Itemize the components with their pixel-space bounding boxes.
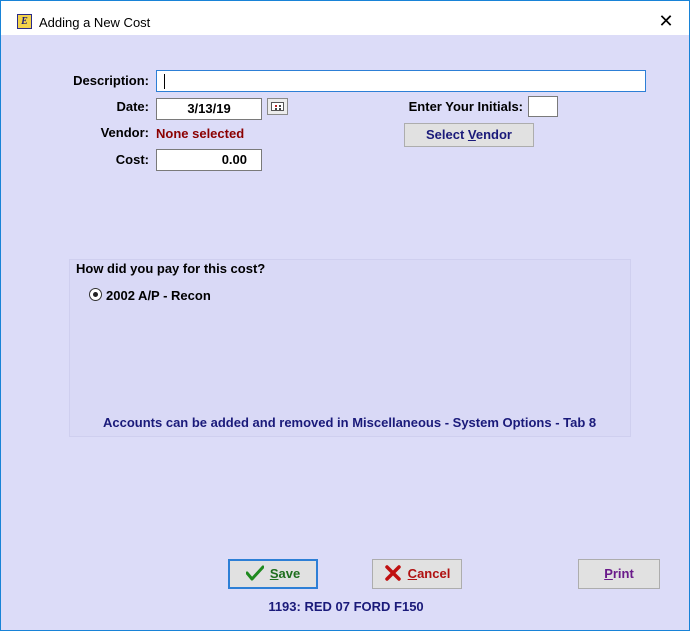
cancel-label: ancel <box>417 566 451 581</box>
checkmark-icon <box>245 565 264 581</box>
payment-option-label[interactable]: 2002 A/P - Recon <box>106 288 211 303</box>
payment-panel <box>69 259 631 437</box>
vendor-value: None selected <box>156 126 245 141</box>
cost-label: Cost: <box>115 152 149 167</box>
vendor-label: Vendor: <box>100 125 149 140</box>
date-field[interactable]: 3/13/19 <box>156 98 262 120</box>
window-title: Adding a New Cost <box>39 15 151 30</box>
initials-label: Enter Your Initials: <box>408 99 523 114</box>
select-vendor-button[interactable]: Select Vendor <box>404 123 534 147</box>
date-label: Date: <box>116 99 149 114</box>
select-vendor-label-post: endor <box>475 127 512 142</box>
print-button[interactable]: Print <box>578 559 660 589</box>
dialog-window: E Adding a New Cost ✕ Description: Date:… <box>0 0 690 631</box>
save-button[interactable]: Save <box>228 559 318 589</box>
calendar-button[interactable] <box>267 98 288 115</box>
calendar-icon <box>271 102 284 111</box>
app-logo-icon: E <box>17 14 32 29</box>
text-caret <box>164 74 165 89</box>
description-field[interactable] <box>156 70 646 92</box>
select-vendor-label-pre: Select <box>425 127 468 142</box>
close-icon[interactable]: ✕ <box>651 9 681 35</box>
accounts-info-note: Accounts can be added and removed in Mis… <box>103 415 597 430</box>
initials-field[interactable] <box>528 96 558 117</box>
cancel-accesskey: C <box>407 566 418 581</box>
payment-question: How did you pay for this cost? <box>76 261 266 276</box>
radio-selected-icon[interactable] <box>89 288 102 301</box>
save-label: ave <box>278 566 301 581</box>
print-accesskey: P <box>604 566 613 581</box>
vehicle-footer: 1193: RED 07 FORD F150 <box>268 599 424 614</box>
title-bar: E Adding a New Cost ✕ <box>1 1 689 35</box>
cancel-button[interactable]: Cancel <box>372 559 462 589</box>
description-label: Description: <box>73 73 149 88</box>
select-vendor-accesskey: V <box>467 127 476 142</box>
cost-field[interactable]: 0.00 <box>156 149 262 171</box>
print-label: rint <box>612 566 634 581</box>
cancel-x-icon <box>384 564 401 581</box>
